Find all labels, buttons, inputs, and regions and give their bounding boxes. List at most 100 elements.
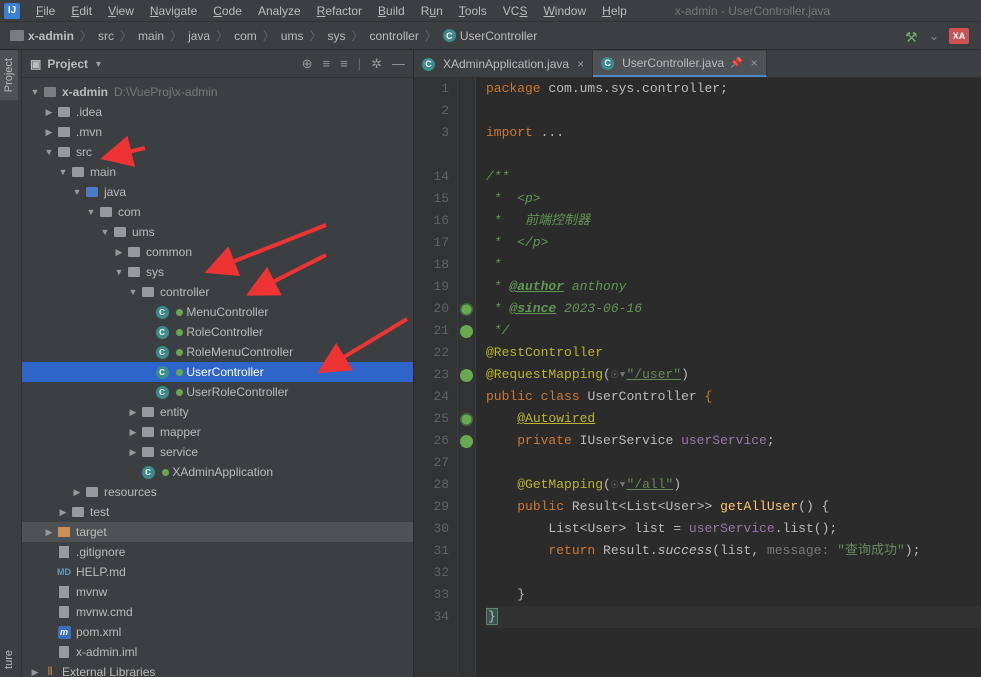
crumb-class-label: UserController <box>460 29 537 43</box>
tree-root-label: x-admin <box>62 85 108 99</box>
tree-service[interactable]: ▶ service <box>22 442 413 462</box>
editor-body[interactable]: 1231415161718192021222324252627282930313… <box>414 78 981 677</box>
crumb-ums[interactable]: ums <box>277 29 308 43</box>
tree-mvnwcmd[interactable]: mvnw.cmd <box>22 602 413 622</box>
menu-code[interactable]: Code <box>205 2 250 20</box>
source-folder-icon <box>84 184 100 200</box>
tree-label: RoleMenuController <box>186 345 293 359</box>
crumb-src[interactable]: src <box>94 29 118 43</box>
maven-icon: m <box>58 626 71 639</box>
close-icon[interactable]: × <box>751 56 758 70</box>
collapse-icon[interactable]: ≡ <box>340 56 348 72</box>
tree-role-ctrl[interactable]: C RoleController <box>22 322 413 342</box>
menu-file[interactable]: File <box>28 2 63 20</box>
run-config-dropdown[interactable]: ⌄ <box>929 29 939 43</box>
tree-controller[interactable]: ▼ controller <box>22 282 413 302</box>
hide-icon[interactable]: — <box>392 56 405 72</box>
menu-help[interactable]: Help <box>594 2 635 20</box>
tree-main[interactable]: ▼ main <box>22 162 413 182</box>
tree-label: com <box>118 205 141 219</box>
editor-gutter[interactable]: 1231415161718192021222324252627282930313… <box>414 78 458 677</box>
menu-view[interactable]: View <box>100 2 142 20</box>
project-tree[interactable]: ▼ x-admin D:\VueProj\x-admin ▶ .idea ▶ .… <box>22 78 413 677</box>
tree-mapper[interactable]: ▶ mapper <box>22 422 413 442</box>
editor-marker-gutter[interactable] <box>458 78 476 677</box>
endpoint-icon[interactable] <box>460 413 473 426</box>
tool-tab-project[interactable]: Project <box>0 50 18 100</box>
tree-label: .mvn <box>76 125 102 139</box>
menu-edit[interactable]: Edit <box>63 2 100 20</box>
pin-icon[interactable]: 📌 <box>730 58 742 69</box>
tree-java[interactable]: ▼ java <box>22 182 413 202</box>
crumb-controller[interactable]: controller <box>366 29 423 43</box>
spring-bean-icon[interactable] <box>460 325 473 338</box>
project-panel-title[interactable]: ▣ Project ▼ <box>30 57 103 71</box>
tab-xadmin-app[interactable]: C XAdminApplication.java × <box>414 51 593 77</box>
project-panel-header: ▣ Project ▼ ⊕ ≡ ≡ | ✲ — <box>22 50 413 78</box>
expand-icon[interactable]: ≡ <box>323 56 331 72</box>
menu-vcs[interactable]: VCS <box>495 2 536 20</box>
tree-mvn[interactable]: ▶ .mvn <box>22 122 413 142</box>
tree-entity[interactable]: ▶ entity <box>22 402 413 422</box>
library-icon: ⫴ <box>42 664 58 677</box>
tree-rolemenu-ctrl[interactable]: C RoleMenuController <box>22 342 413 362</box>
tree-target[interactable]: ▶ target <box>22 522 413 542</box>
tree-root[interactable]: ▼ x-admin D:\VueProj\x-admin <box>22 82 413 102</box>
crumb-class[interactable]: C UserController <box>439 29 541 43</box>
crumb-root-label: x-admin <box>28 29 74 43</box>
tree-userrole-ctrl[interactable]: C UserRoleController <box>22 382 413 402</box>
folder-icon <box>70 504 86 520</box>
crumb-root[interactable]: x-admin <box>6 29 78 43</box>
tree-user-ctrl[interactable]: C UserController <box>22 362 413 382</box>
package-icon <box>126 244 142 260</box>
navbar: x-admin 〉 src 〉 main 〉 java 〉 com 〉 ums … <box>0 22 981 50</box>
crumb-com[interactable]: com <box>230 29 261 43</box>
tree-iml[interactable]: x-admin.iml <box>22 642 413 662</box>
tree-common[interactable]: ▶ common <box>22 242 413 262</box>
tree-gitignore[interactable]: .gitignore <box>22 542 413 562</box>
tree-pomxml[interactable]: m pom.xml <box>22 622 413 642</box>
tree-menu-ctrl[interactable]: C MenuController <box>22 302 413 322</box>
tree-src[interactable]: ▼ src <box>22 142 413 162</box>
tree-idea[interactable]: ▶ .idea <box>22 102 413 122</box>
crumb-sys[interactable]: sys <box>323 29 349 43</box>
spring-bean-icon[interactable] <box>460 435 473 448</box>
tree-test[interactable]: ▶ test <box>22 502 413 522</box>
tree-ext-lib[interactable]: ▶⫴ External Libraries <box>22 662 413 677</box>
tree-label: pom.xml <box>76 625 121 639</box>
file-icon <box>56 584 72 600</box>
class-icon: C <box>601 57 614 70</box>
menu-run[interactable]: Run <box>413 2 451 20</box>
tab-user-controller[interactable]: C UserController.java 📌 × <box>593 51 767 77</box>
tool-tab-structure[interactable]: ture <box>0 642 18 677</box>
menu-refactor[interactable]: Refactor <box>309 2 370 20</box>
menu-build[interactable]: Build <box>370 2 413 20</box>
crumb-java[interactable]: java <box>184 29 214 43</box>
gear-icon[interactable]: ✲ <box>371 56 382 72</box>
tree-ums[interactable]: ▼ ums <box>22 222 413 242</box>
code-area[interactable]: package com.ums.sys.controller; import .… <box>476 78 981 677</box>
select-target-icon[interactable]: ⊕ <box>302 56 313 72</box>
tab-label: XAdminApplication.java <box>443 57 569 71</box>
iml-icon <box>56 644 72 660</box>
tree-com[interactable]: ▼ com <box>22 202 413 222</box>
tree-resources[interactable]: ▶ resources <box>22 482 413 502</box>
class-icon: C <box>156 366 169 379</box>
tree-helpmd[interactable]: MD HELP.md <box>22 562 413 582</box>
tree-label: src <box>76 145 92 159</box>
spring-bean-icon[interactable] <box>460 369 473 382</box>
tree-sys[interactable]: ▼ sys <box>22 262 413 282</box>
build-icon[interactable] <box>905 29 919 43</box>
endpoint-icon[interactable] <box>460 303 473 316</box>
crumb-main[interactable]: main <box>134 29 168 43</box>
tree-xadmin-app[interactable]: C XAdminApplication <box>22 462 413 482</box>
tree-label: mvnw <box>76 585 107 599</box>
menu-navigate[interactable]: Navigate <box>142 2 205 20</box>
close-icon[interactable]: × <box>577 57 584 71</box>
run-config-badge[interactable]: XA <box>949 28 969 44</box>
menu-tools[interactable]: Tools <box>451 2 495 20</box>
menu-window[interactable]: Window <box>535 2 594 20</box>
menu-analyze[interactable]: Analyze <box>250 2 309 20</box>
tree-label: target <box>76 525 107 539</box>
tree-mvnw[interactable]: mvnw <box>22 582 413 602</box>
